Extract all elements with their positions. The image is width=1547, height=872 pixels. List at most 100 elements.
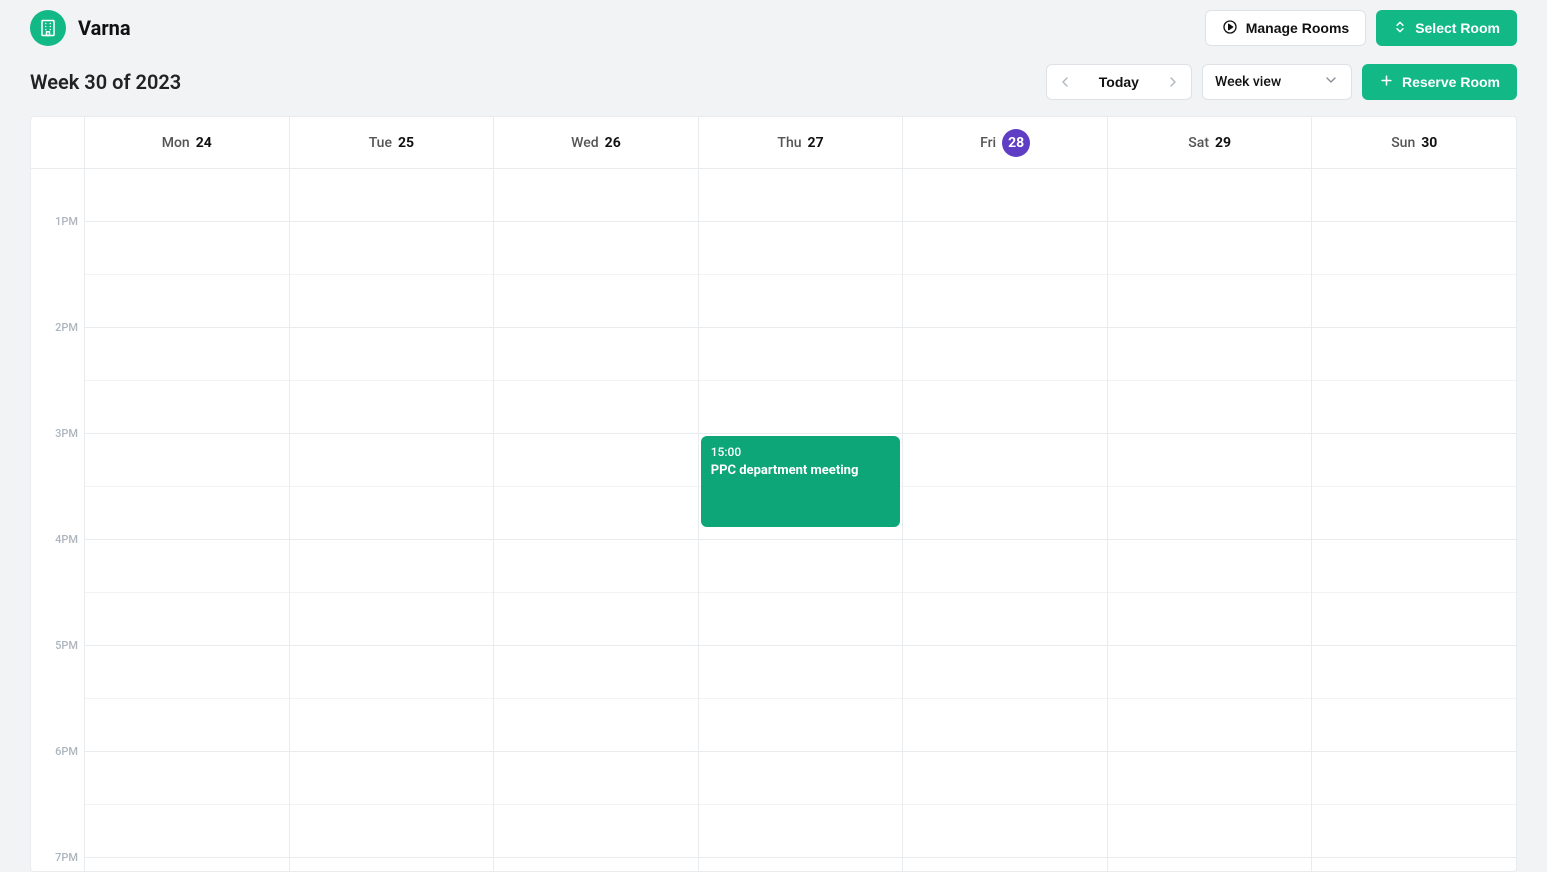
day-header[interactable]: Tue25 (290, 117, 495, 168)
today-button[interactable]: Today (1083, 65, 1155, 99)
half-hour-line (494, 486, 698, 487)
hour-slot[interactable] (699, 646, 903, 752)
hour-slot[interactable] (903, 646, 1107, 752)
hour-slot[interactable] (1108, 434, 1312, 540)
hour-slot[interactable] (85, 169, 289, 222)
view-mode-select[interactable]: Week view (1202, 64, 1352, 100)
hour-slot[interactable] (494, 434, 698, 540)
day-column[interactable] (1312, 169, 1516, 871)
hour-slot[interactable] (903, 222, 1107, 328)
hour-slot[interactable] (1312, 858, 1516, 871)
day-header[interactable]: Wed26 (494, 117, 699, 168)
hour-slot[interactable] (699, 169, 903, 222)
hour-slot[interactable] (85, 646, 289, 752)
hour-slot[interactable] (699, 328, 903, 434)
hour-slot[interactable] (903, 434, 1107, 540)
half-hour-line (85, 698, 289, 699)
hour-slot[interactable] (85, 328, 289, 434)
half-hour-line (699, 592, 903, 593)
day-column[interactable] (85, 169, 290, 871)
day-header[interactable]: Mon24 (85, 117, 290, 168)
day-column[interactable] (494, 169, 699, 871)
manage-rooms-label: Manage Rooms (1246, 20, 1349, 36)
hour-slot[interactable] (85, 434, 289, 540)
time-gutter: 1PM2PM3PM4PM5PM6PM7PM8PM (31, 169, 85, 871)
hour-slot[interactable] (85, 752, 289, 858)
hour-slot[interactable] (290, 222, 494, 328)
half-hour-line (903, 380, 1107, 381)
hour-slot[interactable] (290, 858, 494, 871)
hour-slot[interactable] (1108, 222, 1312, 328)
hour-slot[interactable] (494, 646, 698, 752)
half-hour-line (1108, 380, 1312, 381)
hour-slot[interactable] (290, 169, 494, 222)
hour-slot[interactable] (1108, 328, 1312, 434)
hour-slot[interactable] (85, 858, 289, 871)
hour-slot[interactable] (699, 222, 903, 328)
hour-slot[interactable] (494, 752, 698, 858)
half-hour-line (903, 592, 1107, 593)
hour-slot[interactable] (85, 222, 289, 328)
day-header[interactable]: Fri28 (903, 117, 1108, 168)
hour-slot[interactable] (1108, 540, 1312, 646)
hour-slot[interactable] (494, 858, 698, 871)
hour-slot[interactable] (494, 540, 698, 646)
prev-week-button[interactable] (1047, 65, 1083, 99)
hour-slot[interactable] (1312, 434, 1516, 540)
hour-slot[interactable] (903, 540, 1107, 646)
hour-slot[interactable] (1312, 169, 1516, 222)
day-column[interactable] (903, 169, 1108, 871)
hour-slot[interactable] (290, 328, 494, 434)
hour-slot[interactable] (699, 752, 903, 858)
calendar-event[interactable]: 15:00PPC department meeting (701, 436, 901, 527)
day-header[interactable]: Sat29 (1108, 117, 1313, 168)
hour-slot[interactable] (290, 752, 494, 858)
next-week-button[interactable] (1155, 65, 1191, 99)
reserve-room-button[interactable]: Reserve Room (1362, 64, 1517, 100)
half-hour-line (1108, 698, 1312, 699)
hour-slot[interactable] (290, 434, 494, 540)
half-hour-line (1312, 486, 1516, 487)
hour-slot[interactable] (494, 222, 698, 328)
hour-label: 1PM (31, 222, 84, 328)
half-hour-line (699, 698, 903, 699)
hour-slot[interactable] (1108, 169, 1312, 222)
hour-slot[interactable] (85, 540, 289, 646)
hour-label: 2PM (31, 328, 84, 434)
hour-slot[interactable] (290, 540, 494, 646)
hour-slot[interactable] (903, 752, 1107, 858)
hour-slot[interactable] (290, 646, 494, 752)
hour-slot[interactable] (1312, 646, 1516, 752)
calendar: Mon24Tue25Wed26Thu27Fri28Sat29Sun30 1PM2… (30, 116, 1517, 872)
hour-slot[interactable] (699, 540, 903, 646)
half-hour-line (903, 274, 1107, 275)
hour-slot[interactable] (903, 169, 1107, 222)
hour-slot[interactable] (699, 858, 903, 871)
hour-slot[interactable] (1312, 540, 1516, 646)
day-of-week: Thu (777, 135, 801, 151)
half-hour-line (903, 698, 1107, 699)
day-header[interactable]: Sun30 (1312, 117, 1516, 168)
day-column[interactable]: 15:00PPC department meeting (699, 169, 904, 871)
hour-slot[interactable] (903, 858, 1107, 871)
day-header[interactable]: Thu27 (699, 117, 904, 168)
hour-slot[interactable] (1108, 752, 1312, 858)
hour-label: 5PM (31, 646, 84, 752)
hour-slot[interactable] (494, 328, 698, 434)
select-room-button[interactable]: Select Room (1376, 10, 1517, 46)
hour-slot[interactable] (494, 169, 698, 222)
day-column[interactable] (290, 169, 495, 871)
room-title: Varna (30, 10, 131, 46)
hour-slot[interactable] (1312, 752, 1516, 858)
hour-slot[interactable] (1108, 858, 1312, 871)
half-hour-line (1312, 380, 1516, 381)
hour-slot[interactable] (1108, 646, 1312, 752)
calendar-grid-scroll[interactable]: 1PM2PM3PM4PM5PM6PM7PM8PM 15:00PPC depart… (31, 169, 1516, 871)
hour-slot[interactable] (1312, 328, 1516, 434)
hour-slot[interactable] (903, 328, 1107, 434)
hour-slot[interactable] (1312, 222, 1516, 328)
day-header-row: Mon24Tue25Wed26Thu27Fri28Sat29Sun30 (31, 117, 1516, 169)
manage-rooms-button[interactable]: Manage Rooms (1205, 10, 1366, 46)
day-column[interactable] (1108, 169, 1313, 871)
half-hour-line (494, 804, 698, 805)
